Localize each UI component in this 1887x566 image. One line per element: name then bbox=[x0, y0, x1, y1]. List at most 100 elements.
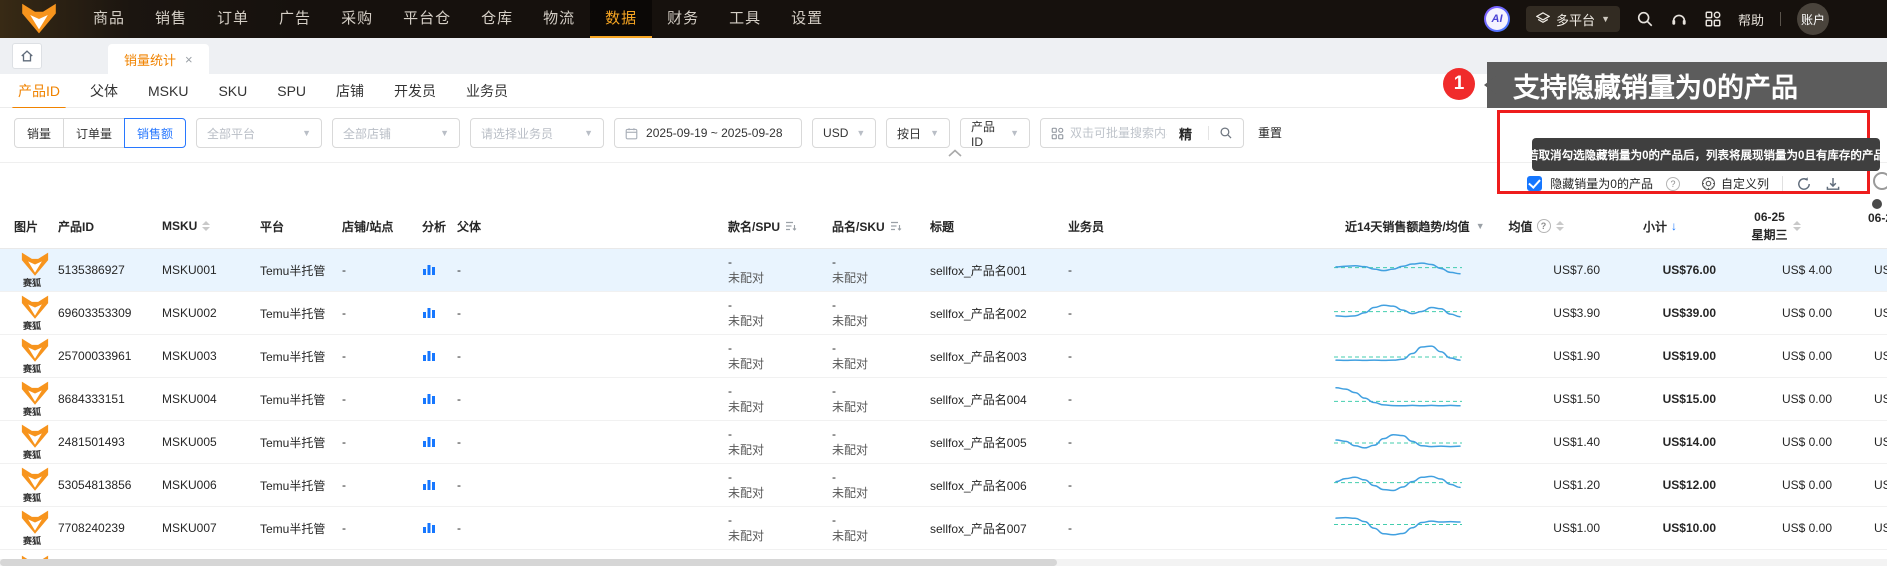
spu-cell: - 未配对 bbox=[728, 427, 765, 457]
product-id-cell: 53054813856 bbox=[58, 478, 132, 492]
subnav-item-6[interactable]: 开发员 bbox=[394, 81, 436, 101]
batch-grid-icon bbox=[1051, 127, 1064, 139]
reset-button[interactable]: 重置 bbox=[1258, 118, 1282, 148]
nav-item-1[interactable]: 销售 bbox=[140, 0, 202, 38]
table-row-3[interactable]: 赛狐 8684333151 MSKU004 Temu半托管 - - - 未配对 - 未配对 sel… bbox=[0, 378, 1887, 421]
headset-icon[interactable] bbox=[1670, 10, 1688, 28]
metric-button-0[interactable]: 销量 bbox=[14, 118, 65, 148]
table-row-5[interactable]: 赛狐 53054813856 MSKU006 Temu半托管 - - - 未配对 - 未配对 se… bbox=[0, 464, 1887, 507]
sales-trend-sparkline bbox=[1334, 344, 1462, 361]
product-thumbnail[interactable]: 赛狐 bbox=[0, 510, 58, 546]
sku-cell: - 未配对 bbox=[832, 470, 869, 500]
batch-search-box: 精 bbox=[1040, 118, 1245, 148]
table-row-2[interactable]: 赛狐 25700033961 MSKU003 Temu半托管 - - - 未配对 - 未配对 se… bbox=[0, 335, 1887, 378]
nav-item-7[interactable]: 物流 bbox=[528, 0, 590, 38]
platform-switcher[interactable]: 多平台 ▼ bbox=[1526, 6, 1620, 32]
product-thumbnail[interactable]: 赛狐 bbox=[0, 295, 58, 331]
col-header-average[interactable]: 均值 ? bbox=[1470, 218, 1602, 235]
brand-caption: 赛狐 bbox=[23, 321, 42, 331]
trend-cell bbox=[1330, 469, 1470, 502]
nav-item-11[interactable]: 设置 bbox=[776, 0, 838, 38]
spu-cell: - 未配对 bbox=[728, 513, 765, 543]
metric-button-2[interactable]: 销售额 bbox=[124, 118, 187, 148]
day-0625-cell: US$ 0.00 bbox=[1781, 306, 1832, 320]
average-cell: US$1.90 bbox=[1553, 349, 1600, 363]
subnav-item-5[interactable]: 店铺 bbox=[336, 81, 364, 101]
product-thumbnail[interactable]: 赛狐 bbox=[0, 381, 58, 417]
subtotal-cell: US$15.00 bbox=[1662, 392, 1716, 406]
scrollbar-thumb[interactable] bbox=[0, 559, 1057, 566]
parent-cell: - bbox=[457, 306, 461, 320]
search-icon[interactable] bbox=[1219, 126, 1233, 140]
subnav-item-7[interactable]: 业务员 bbox=[466, 81, 508, 101]
account-avatar[interactable]: 账户 bbox=[1797, 3, 1829, 35]
brand-caption: 赛狐 bbox=[23, 536, 42, 546]
tab-sales-statistics[interactable]: 销量统计 × bbox=[108, 44, 209, 74]
table-row-0[interactable]: 赛狐 5135386927 MSKU001 Temu半托管 - - - 未配对 - 未配对 sel… bbox=[0, 249, 1887, 292]
close-icon[interactable]: × bbox=[185, 52, 193, 67]
nav-item-0[interactable]: 商品 bbox=[78, 0, 140, 38]
period-select[interactable]: 按日 ▼ bbox=[886, 118, 951, 148]
subtotal-cell: US$39.00 bbox=[1662, 306, 1716, 320]
clipped-circle-icon[interactable] bbox=[1873, 172, 1887, 190]
salesman-select[interactable]: 请选择业务员 ▼ bbox=[470, 118, 605, 148]
analysis-chart-icon[interactable] bbox=[422, 262, 436, 276]
subnav-item-1[interactable]: 父体 bbox=[90, 81, 118, 101]
analysis-chart-icon[interactable] bbox=[422, 434, 436, 448]
analysis-chart-icon[interactable] bbox=[422, 520, 436, 534]
nav-item-5[interactable]: 平台仓 bbox=[388, 0, 466, 38]
nav-item-3[interactable]: 广告 bbox=[264, 0, 326, 38]
product-thumbnail[interactable]: 赛狐 bbox=[0, 467, 58, 503]
platform-select-value: 全部平台 bbox=[207, 126, 256, 141]
sort-icon[interactable] bbox=[1555, 221, 1564, 231]
subnav-item-3[interactable]: SKU bbox=[218, 83, 247, 99]
sales-trend-sparkline bbox=[1334, 516, 1462, 536]
search-icon[interactable] bbox=[1636, 10, 1654, 28]
nav-item-6[interactable]: 仓库 bbox=[466, 0, 528, 38]
exact-match-toggle[interactable]: 精 bbox=[1173, 124, 1198, 143]
brand-logo[interactable] bbox=[0, 0, 78, 38]
col-header-sku[interactable]: 品名/SKU bbox=[832, 218, 930, 235]
home-tab-button[interactable] bbox=[12, 43, 42, 69]
col-header-subtotal[interactable]: 小计 ↓ bbox=[1602, 218, 1718, 235]
sort-icon[interactable] bbox=[202, 221, 211, 231]
apps-grid-icon[interactable] bbox=[1704, 10, 1722, 28]
analysis-chart-icon[interactable] bbox=[422, 477, 436, 491]
analysis-chart-icon[interactable] bbox=[422, 348, 436, 362]
analysis-chart-icon[interactable] bbox=[422, 391, 436, 405]
product-thumbnail[interactable]: 赛狐 bbox=[0, 252, 58, 288]
table-row-4[interactable]: 赛狐 2481501493 MSKU005 Temu半托管 - - - 未配对 - 未配对 sel… bbox=[0, 421, 1887, 464]
subnav-item-0[interactable]: 产品ID bbox=[12, 81, 66, 110]
search-field-select[interactable]: 产品ID ▼ bbox=[960, 118, 1031, 149]
col-header-trend[interactable]: 近14天销售额趋势/均值 ▼ bbox=[1330, 218, 1485, 235]
ai-assistant-button[interactable]: AI bbox=[1484, 6, 1511, 32]
subnav-item-2[interactable]: MSKU bbox=[148, 83, 188, 99]
collapse-filters-button[interactable] bbox=[948, 144, 962, 162]
horizontal-scrollbar[interactable] bbox=[0, 559, 1887, 566]
nav-item-9[interactable]: 财务 bbox=[652, 0, 714, 38]
date-label: 06-25 bbox=[1754, 210, 1785, 224]
nav-item-2[interactable]: 订单 bbox=[202, 0, 264, 38]
nav-item-8[interactable]: 数据 bbox=[590, 0, 653, 38]
col-header-date-0625[interactable]: 06-25 星期三 bbox=[1718, 208, 1834, 244]
currency-select[interactable]: USD ▼ bbox=[812, 118, 877, 148]
subnav-item-4[interactable]: SPU bbox=[277, 83, 306, 99]
date-range-picker[interactable]: 2025-09-19 ~ 2025-09-28 bbox=[614, 118, 803, 148]
msku-cell: MSKU002 bbox=[162, 306, 217, 320]
product-thumbnail[interactable]: 赛狐 bbox=[0, 338, 58, 374]
metric-button-1[interactable]: 订单量 bbox=[63, 118, 126, 148]
nav-item-4[interactable]: 采购 bbox=[326, 0, 388, 38]
table-row-6[interactable]: 赛狐 7708240239 MSKU007 Temu半托管 - - - 未配对 - 未配对 sel… bbox=[0, 507, 1887, 550]
shop-select[interactable]: 全部店铺 ▼ bbox=[332, 118, 461, 148]
platform-select[interactable]: 全部平台 ▼ bbox=[196, 118, 323, 148]
analysis-chart-icon[interactable] bbox=[422, 305, 436, 319]
col-header-spu[interactable]: 款名/SPU bbox=[728, 218, 832, 235]
help-link[interactable]: 帮助 bbox=[1738, 10, 1764, 29]
table-row-1[interactable]: 赛狐 69603353309 MSKU002 Temu半托管 - - - 未配对 - 未配对 se… bbox=[0, 292, 1887, 335]
product-thumbnail[interactable]: 赛狐 bbox=[0, 424, 58, 460]
col-header-msku[interactable]: MSKU bbox=[162, 219, 260, 233]
search-input[interactable] bbox=[1070, 126, 1168, 140]
sort-icon[interactable] bbox=[1792, 221, 1801, 231]
product-id-cell: 7708240239 bbox=[58, 521, 125, 535]
nav-item-10[interactable]: 工具 bbox=[714, 0, 776, 38]
